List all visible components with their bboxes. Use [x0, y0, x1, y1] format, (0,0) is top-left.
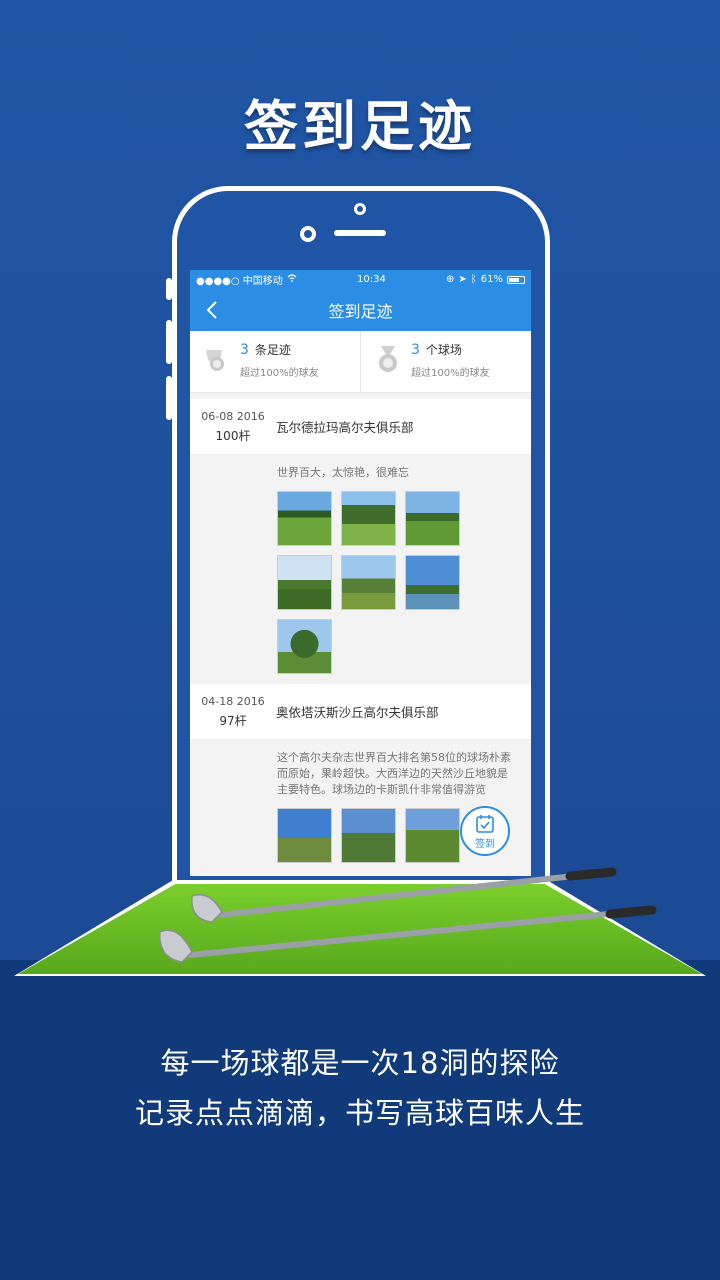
footprint-unit: 条足迹 [254, 343, 291, 357]
photo-thumbnail[interactable] [405, 808, 460, 863]
calendar-check-icon [476, 814, 494, 833]
hero-title: 签到足迹 [244, 95, 476, 158]
back-button[interactable] [200, 297, 226, 323]
app-screen: ●●●●○ 中国移动 10:34 ⊕ ➤ ᛒ 61% 签到足迹 3 条足迹 超过… [190, 270, 531, 876]
bluetooth-icon: ᛒ [470, 274, 477, 285]
phone-volume-up [166, 320, 172, 364]
photo-thumbnail[interactable] [405, 555, 460, 610]
carrier-label: ●●●●○ 中国移动 [196, 276, 283, 287]
phone-volume-down [166, 376, 172, 420]
footprint-trophy-icon [206, 350, 224, 371]
wifi-icon [287, 274, 297, 285]
lock-rotation-icon: ⊕ [445, 274, 455, 285]
golf-clubs-illustration [159, 867, 657, 963]
battery-icon [507, 275, 525, 284]
photo-grid [277, 491, 513, 674]
entry-description: 这个高尔夫杂志世界百大排名第58位的球场朴素而原始，果岭超快。大西洋边的天然沙丘… [277, 751, 511, 796]
stat-footprints[interactable]: 3 条足迹 超过100%的球友 [190, 331, 360, 392]
entry-description: 世界百大，太惊艳，很难忘 [277, 466, 409, 479]
photo-thumbnail[interactable] [341, 555, 396, 610]
photo-thumbnail[interactable] [277, 808, 332, 863]
stat-courses[interactable]: 3 个球场 超过100%的球友 [360, 331, 531, 392]
photo-thumbnail[interactable] [341, 808, 396, 863]
footprint-count: 3 [240, 342, 249, 358]
entry-course-name: 奥依塔沃斯沙丘高尔夫俱乐部 [276, 705, 439, 720]
photo-thumbnail[interactable] [405, 491, 460, 546]
status-bar: ●●●●○ 中国移动 10:34 ⊕ ➤ ᛒ 61% [190, 270, 531, 289]
nav-bar: 签到足迹 [190, 289, 531, 331]
course-unit: 个球场 [425, 343, 462, 357]
entry-score: 100杆 [215, 428, 251, 443]
phone-mute-switch [166, 278, 172, 300]
battery-percent: 61% [480, 274, 503, 285]
entry-course-name: 瓦尔德拉玛高尔夫俱乐部 [276, 420, 414, 435]
course-count: 3 [411, 342, 420, 358]
footprint-rank: 超过100%的球友 [240, 368, 319, 379]
tagline-line-2: 记录点点滴滴，书写高球百味人生 [134, 1096, 585, 1130]
entry-score: 97杆 [219, 713, 247, 728]
checkin-button[interactable]: 签到 [460, 806, 510, 856]
chevron-left-icon [206, 301, 217, 319]
course-rank: 超过100%的球友 [411, 368, 490, 379]
checkin-label: 签到 [475, 838, 495, 850]
photo-thumbnail[interactable] [277, 555, 332, 610]
phone-sensor [300, 226, 316, 242]
phone-speaker [334, 230, 386, 236]
location-icon: ➤ [458, 274, 467, 285]
entry-body: 世界百大，太惊艳，很难忘 [190, 455, 531, 684]
footprint-entry[interactable]: 06-08 2016 100杆 瓦尔德拉玛高尔夫俱乐部 世界百大，太惊艳，很难忘 [190, 399, 531, 684]
tagline-line-1: 每一场球都是一次18洞的探险 [160, 1046, 560, 1080]
status-time: 10:34 [356, 274, 386, 285]
photo-thumbnail[interactable] [341, 491, 396, 546]
photo-thumbnail[interactable] [277, 619, 332, 674]
medal-icon [379, 346, 397, 372]
entry-header: 06-08 2016 100杆 瓦尔德拉玛高尔夫俱乐部 [190, 399, 531, 455]
entry-date: 06-08 2016 [201, 409, 265, 423]
nav-title: 签到足迹 [328, 302, 393, 321]
entry-date: 04-18 2016 [201, 694, 265, 708]
stats-summary: 3 条足迹 超过100%的球友 3 个球场 超过100%的球友 [190, 331, 531, 393]
photo-thumbnail[interactable] [277, 491, 332, 546]
phone-camera [354, 203, 366, 215]
entry-header: 04-18 2016 97杆 奥依塔沃斯沙丘高尔夫俱乐部 [190, 684, 531, 740]
